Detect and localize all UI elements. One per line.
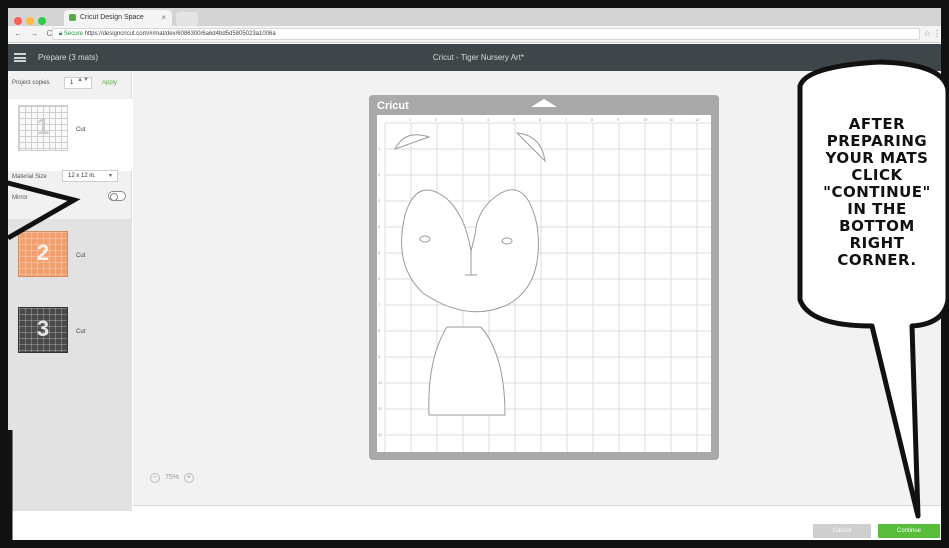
mat-item-2[interactable]: 2 Cut [8, 225, 132, 297]
mat-number: 1 [36, 114, 50, 139]
mat-number: 3 [36, 316, 50, 341]
mat-grid-area: 1 2 3 4 5 6 7 8 9 10 11 12 1 2 3 4 5 6 7 8 9 10 11 12 [377, 115, 711, 452]
material-size-label: Material Size [12, 174, 47, 180]
nav-buttons[interactable]: ← → C [14, 29, 55, 38]
project-copies-label: Project copies [12, 80, 50, 86]
ruler-top-label: 12 [695, 117, 700, 122]
mat-item-1[interactable]: 1 Cut [8, 99, 132, 171]
left-ear-piece[interactable] [393, 134, 431, 150]
right-eye-cutout[interactable] [501, 237, 513, 245]
ruler-left-label: 4 [378, 224, 381, 229]
browser-toolbar: ← → C 🔒︎ Secure https://designcricut.com… [8, 26, 949, 43]
project-copies-input[interactable]: 1 ▲▼ [64, 77, 92, 89]
new-tab-button[interactable] [176, 12, 198, 26]
ruler-top-label: 2 [435, 117, 438, 122]
cancel-button[interactable]: Cancel [813, 524, 871, 538]
ruler-left-label: 8 [378, 328, 381, 333]
mats-sidebar: Project copies 1 ▲▼ Apply 1 Cut Material… [8, 71, 132, 511]
ruler-top-label: 11 [669, 117, 674, 122]
close-window-icon[interactable] [14, 17, 22, 25]
ruler-left-label: 2 [378, 172, 381, 177]
url-text: https://designcricut.com/#/mat/dev/60863… [84, 31, 276, 37]
apply-button[interactable]: Apply [102, 80, 117, 86]
zoom-out-button[interactable]: − [150, 473, 160, 483]
mat-number: 2 [36, 240, 50, 265]
mat-grid-svg: 1 2 3 4 5 6 7 8 9 10 11 12123456789101112 [378, 117, 711, 452]
mat-thumbnail[interactable]: 3 [18, 307, 68, 353]
ruler-left-label: 12 [378, 432, 383, 437]
screenshot-frame: Cricut Design Space × ← → C 🔒︎ Secure ht… [0, 0, 949, 548]
project-title: Cricut - Tiger Nursery Art* [432, 53, 525, 62]
mat-item-3[interactable]: 3 Cut [8, 301, 132, 373]
ruler-top-label: 7 [565, 117, 568, 122]
mat-thumbnail[interactable]: 2 [18, 231, 68, 277]
minimize-window-icon[interactable] [26, 17, 34, 25]
ruler-top-label: 3 [461, 117, 464, 122]
face-piece[interactable] [401, 189, 539, 313]
secure-label: Secure [63, 31, 83, 37]
footer-bar: Cancel Continue [133, 505, 949, 548]
address-bar[interactable]: 🔒︎ Secure https://designcricut.com/#/mat… [52, 28, 920, 40]
body-piece[interactable] [428, 326, 506, 416]
ruler-left-label: 9 [378, 354, 381, 359]
browser-tab-bar: Cricut Design Space × [8, 8, 949, 26]
ruler-top-label: 8 [591, 117, 594, 122]
callout-text: AFTER PREPARING YOUR MATS CLICK "CONTINU… [823, 115, 931, 269]
ruler-top-label: 1 [409, 117, 412, 122]
cutting-mat: Cricut 1 2 3 4 5 6 7 8 9 10 11 12 1 2 3 4 5 6 7 8 9 10 11 12 [369, 95, 719, 460]
mat-thumbnail[interactable]: 1 [18, 105, 68, 151]
mat-cut-label: Cut [76, 253, 86, 259]
ruler-left-label: 10 [378, 380, 383, 385]
ruler-top-label: 4 [487, 117, 490, 122]
cricut-favicon-icon [69, 14, 76, 21]
cricut-logo: Cricut [377, 100, 409, 112]
maximize-window-icon[interactable] [38, 17, 46, 25]
ruler-left-label: 7 [378, 302, 381, 307]
ruler-left-label: 1 [378, 146, 381, 151]
lock-icon: 🔒︎ [59, 31, 63, 37]
tab-title: Cricut Design Space [80, 14, 144, 21]
material-size-value: 12 x 12 in. [68, 173, 96, 179]
tab-close-icon[interactable]: × [161, 13, 166, 22]
bookmark-menu-icons[interactable]: ☆ ⋮ [924, 29, 941, 38]
mat-cut-label: Cut [76, 329, 86, 335]
mat-handle-icon [531, 99, 557, 107]
zoom-control: − 75% + [147, 473, 197, 483]
chevron-down-icon: ▼ [108, 173, 113, 179]
left-eye-cutout[interactable] [419, 235, 431, 243]
ruler-top-label: 5 [513, 117, 516, 122]
ruler-top-label: 6 [539, 117, 542, 122]
material-size-select[interactable]: 12 x 12 in. ▼ [62, 170, 118, 182]
ruler-left-label: 6 [378, 276, 381, 281]
ruler-top-label: 9 [617, 117, 620, 122]
ruler-left-label: 3 [378, 198, 381, 203]
ruler-left-label: 11 [378, 406, 383, 411]
zoom-level: 75% [164, 474, 179, 481]
stepper-icon[interactable]: ▲▼ [77, 77, 89, 83]
ruler-top-label: 10 [643, 117, 648, 122]
ruler-left-label: 5 [378, 250, 381, 255]
sidebar-other-mats: 2 Cut 3 Cut [8, 219, 132, 511]
mat-cut-label: Cut [76, 127, 86, 133]
project-copies-value: 1 [70, 80, 74, 86]
mirror-toggle[interactable] [108, 191, 126, 201]
continue-button[interactable]: Continue [878, 524, 940, 538]
zoom-in-button[interactable]: + [183, 473, 194, 483]
mirror-label: Mirror [12, 195, 28, 201]
app-header: Prepare (3 mats) Cricut - Tiger Nursery … [8, 44, 949, 71]
browser-tab[interactable]: Cricut Design Space × [64, 10, 172, 26]
